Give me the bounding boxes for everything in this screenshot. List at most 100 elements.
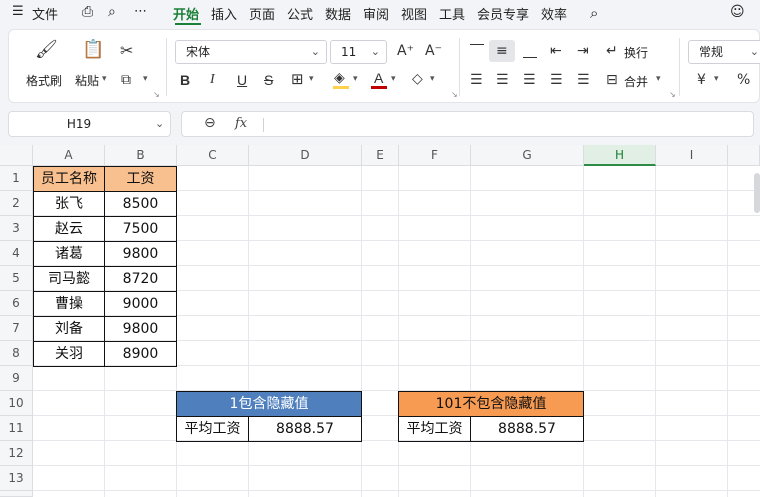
wrap-text-icon[interactable]: ↵: [606, 43, 618, 59]
column-header-a[interactable]: A: [33, 145, 105, 166]
row-header-6[interactable]: 6: [0, 291, 33, 316]
font-color-chevron-icon[interactable]: ▾: [391, 74, 396, 84]
tab-formula[interactable]: 公式: [287, 4, 313, 23]
table-cell-name[interactable]: 赵云: [33, 216, 105, 242]
strikethrough-button[interactable]: S: [264, 72, 273, 88]
merge-chevron-icon[interactable]: ▾: [656, 74, 661, 84]
table-cell-salary[interactable]: 9800: [104, 241, 177, 267]
save-icon[interactable]: ⎙: [82, 4, 93, 20]
font-launcher-icon[interactable]: ↘: [451, 90, 458, 99]
alignment-launcher-icon[interactable]: ↘: [669, 90, 676, 99]
font-color-icon[interactable]: A: [374, 70, 383, 86]
tab-tools[interactable]: 工具: [439, 4, 465, 23]
row-header-1[interactable]: 1: [0, 166, 33, 191]
clipboard-launcher-icon[interactable]: ↘: [153, 90, 160, 99]
column-header-f[interactable]: F: [399, 145, 471, 166]
row-header-4[interactable]: 4: [0, 241, 33, 266]
fill-color-icon[interactable]: ◈: [334, 70, 345, 86]
align-left-icon[interactable]: ☰: [470, 72, 483, 88]
tab-home[interactable]: 开始: [173, 4, 199, 23]
more-icon[interactable]: ⋯: [134, 4, 147, 19]
indent-decrease-icon[interactable]: ⇤: [550, 43, 562, 59]
subtotal-exclude-hidden-value[interactable]: 8888.57: [470, 416, 584, 442]
tab-review[interactable]: 审阅: [363, 4, 389, 23]
underline-button[interactable]: U: [237, 72, 247, 88]
column-header-g[interactable]: G: [471, 145, 584, 166]
subtotal-exclude-hidden-label[interactable]: 平均工资: [398, 416, 471, 442]
column-header-c[interactable]: C: [177, 145, 249, 166]
italic-button[interactable]: I: [210, 72, 215, 88]
brush-icon[interactable]: ⌕: [108, 4, 116, 20]
assistant-icon[interactable]: ☺: [730, 4, 745, 20]
chevron-down-icon[interactable]: ⌄: [155, 112, 164, 136]
merge-button[interactable]: 合并: [624, 73, 648, 90]
table-cell-salary[interactable]: 8720: [104, 266, 177, 292]
distributed-icon[interactable]: ☰: [577, 72, 590, 88]
paste-icon[interactable]: 📋: [82, 41, 104, 59]
grow-font-icon[interactable]: A⁺: [397, 43, 414, 59]
border-chevron-icon[interactable]: ▾: [309, 74, 314, 84]
row-header-10[interactable]: 10: [0, 391, 33, 416]
menu-file[interactable]: 文件: [32, 4, 58, 23]
zoom-icon[interactable]: ⊖: [204, 115, 216, 131]
formula-bar[interactable]: ⊖ fx: [181, 111, 754, 137]
subtotal-exclude-hidden-title[interactable]: 101不包含隐藏值: [398, 391, 584, 417]
table-cell-name[interactable]: 司马懿: [33, 266, 105, 292]
currency-chevron-icon[interactable]: ▾: [714, 74, 719, 84]
table-header-name[interactable]: 员工名称: [33, 166, 105, 192]
shrink-font-icon[interactable]: A⁻: [425, 43, 442, 59]
table-cell-name[interactable]: 张飞: [33, 191, 105, 217]
align-right-icon[interactable]: ☰: [523, 72, 536, 88]
table-cell-name[interactable]: 曹操: [33, 291, 105, 317]
column-header-e[interactable]: E: [362, 145, 399, 166]
subtotal-include-hidden-label[interactable]: 平均工资: [176, 416, 249, 442]
row-header-11[interactable]: 11: [0, 416, 33, 441]
percent-button[interactable]: %: [737, 72, 750, 88]
border-icon[interactable]: ⊞: [291, 71, 304, 87]
fill-chevron-icon[interactable]: ▾: [353, 74, 358, 84]
wrap-text-button[interactable]: 换行: [624, 44, 648, 61]
copy-icon[interactable]: ⧉: [121, 72, 131, 88]
column-header-h[interactable]: H: [584, 145, 656, 166]
vertical-scrollbar[interactable]: [754, 173, 760, 213]
bold-button[interactable]: B: [180, 72, 190, 88]
table-cell-salary[interactable]: 9000: [104, 291, 177, 317]
column-header-d[interactable]: D: [249, 145, 362, 166]
merge-icon[interactable]: ⊟: [606, 72, 618, 88]
align-top-icon[interactable]: ⎺: [470, 43, 484, 59]
name-box[interactable]: H19 ⌄: [8, 111, 171, 137]
row-header-3[interactable]: 3: [0, 216, 33, 241]
hamburger-icon[interactable]: ☰: [12, 4, 24, 19]
align-bottom-icon[interactable]: ⎽: [523, 43, 537, 59]
paste-label[interactable]: 粘贴: [75, 72, 99, 89]
table-cell-salary[interactable]: 8900: [104, 341, 177, 367]
row-header-9[interactable]: 9: [0, 366, 33, 391]
subtotal-include-hidden-title[interactable]: 1包含隐藏值: [176, 391, 362, 417]
tab-efficiency[interactable]: 效率: [541, 4, 567, 23]
column-header-i[interactable]: I: [656, 145, 728, 166]
row-header-14[interactable]: [0, 491, 33, 497]
search-icon[interactable]: ⌕: [590, 4, 598, 22]
font-name-select[interactable]: 宋体 ⌄: [175, 40, 327, 64]
table-cell-name[interactable]: 刘备: [33, 316, 105, 342]
row-header-5[interactable]: 5: [0, 266, 33, 291]
row-header-7[interactable]: 7: [0, 316, 33, 341]
row-header-13[interactable]: 13: [0, 466, 33, 491]
font-size-select[interactable]: 11 ⌄: [330, 40, 387, 64]
format-painter-icon[interactable]: 🖌: [35, 41, 58, 59]
table-cell-salary[interactable]: 7500: [104, 216, 177, 242]
justify-icon[interactable]: ☰: [550, 72, 563, 88]
column-header-extra[interactable]: [728, 145, 760, 166]
tab-member[interactable]: 会员专享: [477, 4, 529, 23]
align-center-icon[interactable]: ☰: [496, 72, 509, 88]
tab-page[interactable]: 页面: [249, 4, 275, 23]
table-cell-name[interactable]: 诸葛: [33, 241, 105, 267]
table-cell-name[interactable]: 关羽: [33, 341, 105, 367]
align-middle-icon[interactable]: ≡: [496, 43, 508, 59]
select-all-corner[interactable]: [0, 145, 33, 166]
copy-chevron-icon[interactable]: ▾: [143, 74, 148, 84]
paste-chevron-icon[interactable]: ▾: [102, 74, 107, 84]
tab-data[interactable]: 数据: [325, 4, 351, 23]
format-painter-label[interactable]: 格式刷: [26, 72, 62, 89]
column-header-b[interactable]: B: [105, 145, 177, 166]
